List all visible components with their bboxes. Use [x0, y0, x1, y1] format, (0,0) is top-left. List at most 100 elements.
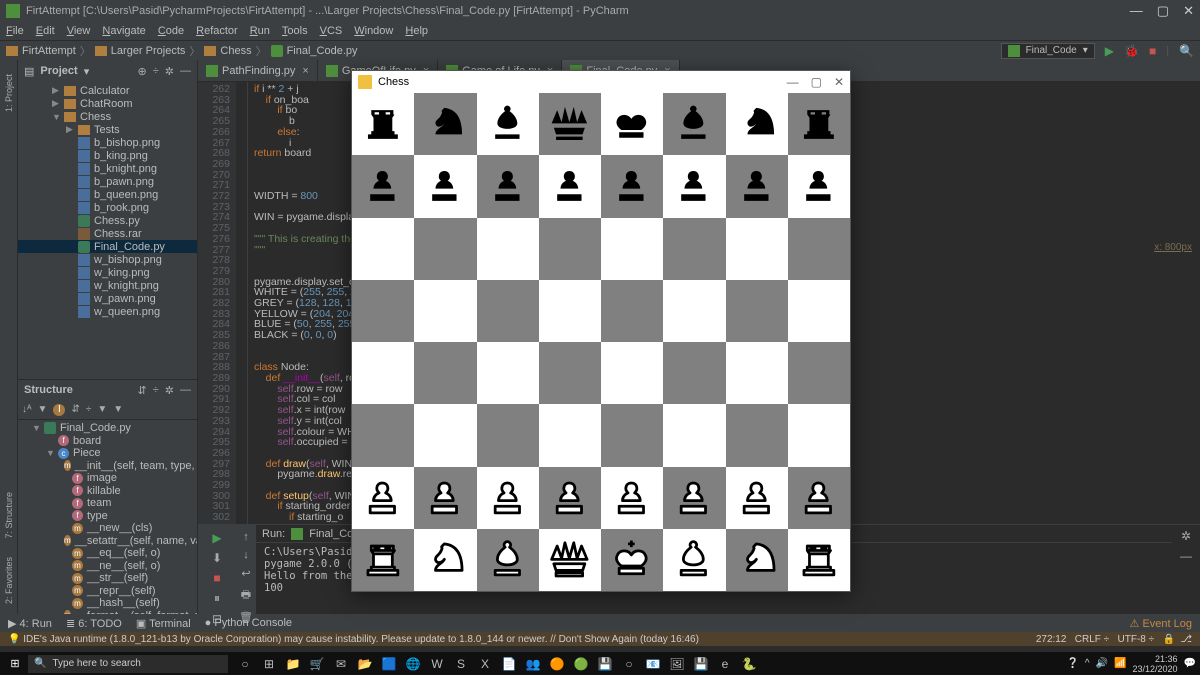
- stop-button[interactable]: ■: [1149, 44, 1156, 58]
- gear-icon[interactable]: ✲: [165, 384, 174, 397]
- run-config-selector[interactable]: Final_Code ▾: [1001, 43, 1095, 59]
- tray-help-icon[interactable]: ❔: [1066, 658, 1078, 669]
- collapse-icon[interactable]: ÷: [153, 65, 159, 78]
- chess-square[interactable]: [663, 218, 725, 280]
- structure-item[interactable]: m__ne__(self, o): [18, 559, 197, 572]
- terminal-tab[interactable]: ▣ Terminal: [136, 617, 191, 630]
- chess-square[interactable]: [539, 93, 601, 155]
- chess-square[interactable]: [477, 404, 539, 466]
- tray-wifi-icon[interactable]: 📶: [1114, 658, 1126, 669]
- search-everywhere-button[interactable]: 🔍: [1179, 44, 1194, 58]
- todo-tab[interactable]: ≣ 6: TODO: [66, 617, 122, 630]
- collapse-icon[interactable]: ÷: [86, 404, 92, 415]
- editor-tab[interactable]: PathFinding.py×: [198, 60, 318, 81]
- structure-item[interactable]: fboard: [18, 434, 197, 447]
- chess-square[interactable]: [414, 404, 476, 466]
- taskbar-app[interactable]: 🟢: [572, 655, 590, 673]
- status-sep[interactable]: CRLF ÷: [1075, 634, 1109, 645]
- taskbar-app[interactable]: 👥: [524, 655, 542, 673]
- chess-square[interactable]: [663, 155, 725, 217]
- tree-item[interactable]: b_knight.png: [18, 162, 197, 175]
- chess-square[interactable]: [539, 280, 601, 342]
- menu-code[interactable]: Code: [158, 25, 184, 37]
- locate-icon[interactable]: ⊕: [138, 65, 147, 78]
- chess-square[interactable]: [788, 467, 850, 529]
- ide-warning-bar[interactable]: 💡 IDE's Java runtime (1.8.0_121-b13 by O…: [0, 632, 1200, 646]
- structure-item[interactable]: m__new__(cls): [18, 522, 197, 535]
- taskbar-clock[interactable]: 21:3623/12/2020: [1133, 654, 1178, 674]
- structure-item[interactable]: ftype: [18, 509, 197, 522]
- tree-item[interactable]: ▶ChatRoom: [18, 97, 197, 110]
- chess-square[interactable]: [414, 93, 476, 155]
- tree-item[interactable]: w_bishop.png: [18, 253, 197, 266]
- favorites-tool-tab[interactable]: 2: Favorites: [4, 553, 14, 608]
- taskbar-app[interactable]: ○: [620, 655, 638, 673]
- chess-square[interactable]: [663, 93, 725, 155]
- hide-icon[interactable]: —: [1180, 549, 1192, 563]
- tray-up-icon[interactable]: ^: [1085, 658, 1090, 669]
- menu-tools[interactable]: Tools: [282, 25, 308, 37]
- hide-icon[interactable]: —: [180, 384, 191, 397]
- chess-square[interactable]: [477, 218, 539, 280]
- filter-icon[interactable]: ▼: [38, 404, 48, 415]
- chess-window[interactable]: Chess — ▢ ✕: [351, 70, 851, 592]
- tree-item[interactable]: ▶Tests: [18, 123, 197, 136]
- chess-square[interactable]: [601, 218, 663, 280]
- taskbar-app[interactable]: S: [452, 655, 470, 673]
- chess-square[interactable]: [352, 155, 414, 217]
- chess-square[interactable]: [601, 467, 663, 529]
- structure-item[interactable]: m__eq__(self, o): [18, 547, 197, 560]
- structure-item[interactable]: m__format__(self, format_spec): [18, 609, 197, 614]
- taskbar-app[interactable]: W: [428, 655, 446, 673]
- structure-item[interactable]: m__str__(self): [18, 572, 197, 585]
- structure-item[interactable]: m__setattr__(self, name, value): [18, 534, 197, 547]
- tree-item[interactable]: Final_Code.py: [18, 240, 197, 253]
- event-log-tab[interactable]: ⚠ Event Log: [1130, 617, 1192, 630]
- expand-icon[interactable]: ⇵: [71, 404, 79, 415]
- chess-square[interactable]: [788, 218, 850, 280]
- tree-item[interactable]: b_rook.png: [18, 201, 197, 214]
- start-button[interactable]: ⊞: [4, 655, 26, 673]
- breadcrumb-item[interactable]: Chess: [204, 45, 251, 57]
- chess-square[interactable]: [788, 529, 850, 591]
- filter3-icon[interactable]: ▼: [113, 404, 123, 415]
- structure-item[interactable]: fimage: [18, 472, 197, 485]
- tree-item[interactable]: ▶Calculator: [18, 84, 197, 97]
- debug-button[interactable]: 🐞: [1124, 44, 1139, 58]
- taskbar-app[interactable]: 💾: [596, 655, 614, 673]
- expand-icon[interactable]: ⇵: [138, 384, 147, 397]
- run-button[interactable]: ▶: [1105, 44, 1114, 58]
- chess-square[interactable]: [414, 342, 476, 404]
- structure-tool-tab[interactable]: 7: Structure: [4, 488, 14, 543]
- chess-square[interactable]: [726, 218, 788, 280]
- group-icon[interactable]: I: [53, 404, 65, 416]
- gear-icon[interactable]: ✲: [1181, 529, 1191, 543]
- run-print-icon[interactable]: 🖶: [241, 586, 251, 605]
- tree-item[interactable]: Chess.rar: [18, 227, 197, 240]
- taskbar-app[interactable]: ⊞: [260, 655, 278, 673]
- status-enc[interactable]: UTF-8 ÷: [1118, 634, 1155, 645]
- taskbar-app[interactable]: 📧: [644, 655, 662, 673]
- structure-item[interactable]: fkillable: [18, 484, 197, 497]
- chess-square[interactable]: [788, 155, 850, 217]
- chess-square[interactable]: [788, 404, 850, 466]
- tree-item[interactable]: b_pawn.png: [18, 175, 197, 188]
- breadcrumb-item[interactable]: Final_Code.py: [271, 45, 358, 57]
- tree-item[interactable]: Chess.py: [18, 214, 197, 227]
- breadcrumb-item[interactable]: Larger Projects: [95, 45, 186, 57]
- tree-item[interactable]: w_pawn.png: [18, 292, 197, 305]
- window-close[interactable]: ✕: [1183, 3, 1194, 19]
- chess-square[interactable]: [477, 155, 539, 217]
- chess-square[interactable]: [601, 404, 663, 466]
- chess-square[interactable]: [414, 280, 476, 342]
- filter2-icon[interactable]: ▼: [97, 404, 107, 415]
- project-tree[interactable]: ▶Calculator▶ChatRoom▼Chess▶Testsb_bishop…: [18, 82, 197, 379]
- chess-square[interactable]: [539, 529, 601, 591]
- structure-item[interactable]: ▼Final_Code.py: [18, 422, 197, 435]
- chess-square[interactable]: [352, 280, 414, 342]
- chess-square[interactable]: [788, 93, 850, 155]
- chess-square[interactable]: [539, 404, 601, 466]
- tree-item[interactable]: b_king.png: [18, 149, 197, 162]
- menu-navigate[interactable]: Navigate: [102, 25, 145, 37]
- structure-item[interactable]: ▼cPiece: [18, 447, 197, 460]
